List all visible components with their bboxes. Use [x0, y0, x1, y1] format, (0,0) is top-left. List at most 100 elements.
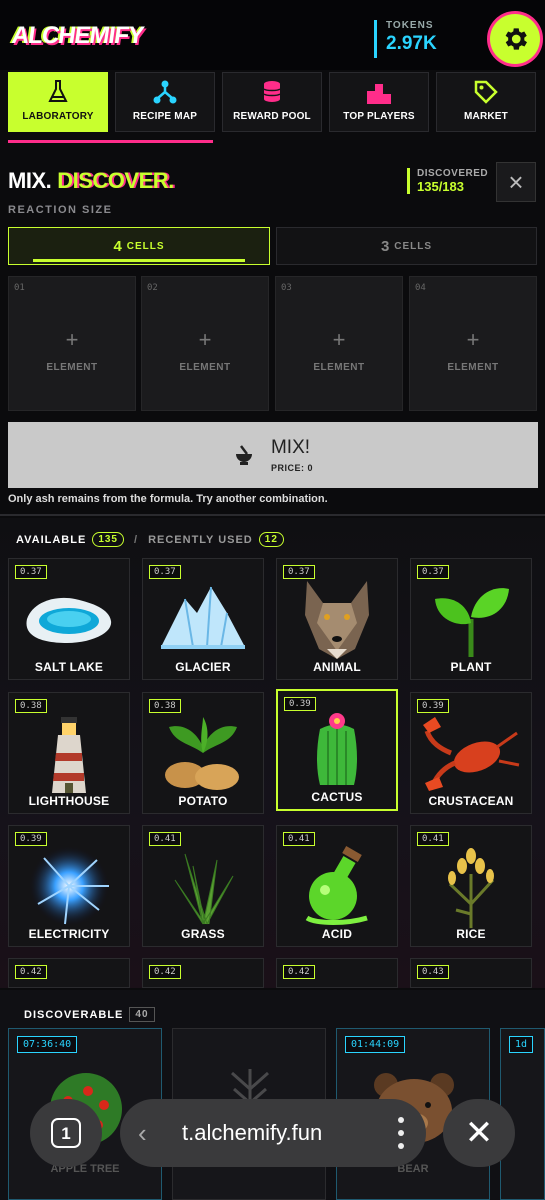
- plus-icon: +: [65, 327, 79, 352]
- element-card[interactable]: 0.42: [142, 958, 264, 988]
- available-header: AVAILABLE 135 / RECENTLY USED 12: [16, 532, 284, 547]
- element-name: SALT LAKE: [34, 660, 104, 674]
- element-card-salt-lake[interactable]: 0.37 SALT LAKE: [8, 558, 130, 680]
- gear-icon: [505, 28, 527, 50]
- element-slot-2[interactable]: 02 + ELEMENT: [141, 276, 269, 411]
- element-slot-1[interactable]: 01 + ELEMENT: [8, 276, 136, 411]
- tab-accent-bar: [8, 140, 213, 143]
- timer-badge: 07:36:40: [17, 1036, 78, 1053]
- tab-count: 1: [51, 1118, 81, 1148]
- element-card-glacier[interactable]: 0.37 GLACIER: [142, 558, 264, 680]
- element-name: CACTUS: [311, 790, 363, 804]
- tab-label: RECIPE MAP: [132, 111, 198, 122]
- element-card[interactable]: 0.43: [410, 958, 532, 988]
- app-header: ALCHEMIFY TOKENS 2.97K: [0, 0, 545, 70]
- browser-close-button[interactable]: ✕: [443, 1099, 515, 1167]
- size-number: 4: [113, 237, 123, 255]
- price-badge: 0.37: [15, 565, 47, 579]
- back-icon[interactable]: ‹: [138, 1118, 158, 1149]
- tab-label: REWARD POOL: [233, 111, 311, 122]
- element-card-acid[interactable]: 0.41 ACID: [276, 825, 398, 947]
- size-label: CELLS: [394, 240, 433, 252]
- slot-number: 03: [281, 283, 292, 293]
- recently-used-tab[interactable]: RECENTLY USED: [148, 534, 253, 546]
- element-card-rice[interactable]: 0.41 RICE: [410, 825, 532, 947]
- discoverable-label: DISCOVERABLE: [24, 1008, 124, 1021]
- element-card-electricity[interactable]: 0.39 ELECTRICITY: [8, 825, 130, 947]
- discovered-label: DISCOVERED: [417, 168, 489, 179]
- browser-tabs-button[interactable]: 1: [30, 1099, 102, 1167]
- close-button[interactable]: ×: [496, 162, 536, 202]
- element-card[interactable]: 0.42: [276, 958, 398, 988]
- tokens-display: TOKENS 2.97K: [374, 20, 437, 58]
- element-card-grass[interactable]: 0.41 GRASS: [142, 825, 264, 947]
- mix-button[interactable]: MIX! PRICE: 0: [8, 422, 538, 488]
- podium-icon: [367, 84, 391, 104]
- price-badge: 0.42: [149, 965, 181, 979]
- rice-icon: [448, 848, 495, 928]
- tab-reward-pool[interactable]: REWARD POOL: [222, 72, 322, 132]
- price-badge: 0.41: [417, 832, 449, 846]
- tag-icon: [474, 80, 498, 104]
- element-card-lighthouse[interactable]: 0.38 LIGHTHOUSE: [8, 692, 130, 814]
- lighthouse-icon: [52, 717, 86, 793]
- element-card-plant[interactable]: 0.37 PLANT: [410, 558, 532, 680]
- mix-title: MIX. DISCOVER.: [8, 168, 174, 194]
- element-name: GLACIER: [175, 660, 231, 674]
- sprout-icon: [435, 588, 509, 657]
- price-badge: 0.43: [417, 965, 449, 979]
- result-message: Only ash remains from the formula. Try a…: [8, 493, 328, 505]
- price-badge: 0.38: [149, 699, 181, 713]
- tab-laboratory[interactable]: LABORATORY: [8, 72, 108, 132]
- more-options-icon[interactable]: [398, 1117, 404, 1149]
- tab-market[interactable]: MARKET: [436, 72, 536, 132]
- available-count: 135: [92, 532, 124, 547]
- tokens-value: 2.97K: [386, 33, 437, 54]
- element-card-crustacean[interactable]: 0.39 CRUSTACEAN: [410, 692, 532, 814]
- element-name: POTATO: [178, 794, 228, 808]
- element-name: ANIMAL: [313, 660, 361, 674]
- size-number: 3: [380, 237, 391, 255]
- element-name: CRUSTACEAN: [428, 794, 514, 808]
- available-tab[interactable]: AVAILABLE: [16, 534, 86, 546]
- price-badge: 0.39: [15, 832, 47, 846]
- slot-number: 01: [14, 283, 25, 293]
- element-name: GRASS: [181, 927, 225, 941]
- tab-top-players[interactable]: TOP PLAYERS: [329, 72, 429, 132]
- price-badge: 0.42: [15, 965, 47, 979]
- section-divider: [0, 514, 545, 516]
- slot-label: ELEMENT: [447, 362, 499, 373]
- settings-button[interactable]: [490, 14, 540, 64]
- price-badge: 0.39: [417, 699, 449, 713]
- timer-badge: 1d: [509, 1036, 534, 1053]
- slot-number: 04: [415, 283, 426, 293]
- close-icon: ✕: [464, 1114, 494, 1152]
- slot-label: ELEMENT: [46, 362, 98, 373]
- element-slot-4[interactable]: 04 + ELEMENT: [409, 276, 537, 411]
- reaction-size-4-cells[interactable]: 4 CELLS: [8, 227, 270, 265]
- element-card-cactus[interactable]: 0.39 CACTUS: [276, 689, 398, 811]
- slot-label: ELEMENT: [313, 362, 365, 373]
- tab-recipe-map[interactable]: RECIPE MAP: [115, 72, 215, 132]
- discoverable-header: DISCOVERABLE 40: [24, 1007, 155, 1022]
- tab-label: TOP PLAYERS: [343, 111, 415, 122]
- element-card-potato[interactable]: 0.38 POTATO: [142, 692, 264, 814]
- element-name: ELECTRICITY: [28, 927, 110, 941]
- mix-label: MIX!: [270, 437, 311, 458]
- element-slot-3[interactable]: 03 + ELEMENT: [275, 276, 403, 411]
- potato-icon: [165, 717, 239, 790]
- browser-url-bar[interactable]: ‹ t.alchemify.fun: [120, 1099, 426, 1167]
- price-badge: 0.39: [284, 697, 316, 711]
- reaction-size-3-cells[interactable]: 3 CELLS: [276, 227, 537, 265]
- element-card-animal[interactable]: 0.37 ANIMAL: [276, 558, 398, 680]
- wolf-icon: [305, 581, 369, 659]
- price-badge: 0.42: [283, 965, 315, 979]
- plus-icon: +: [332, 327, 346, 352]
- title-mix: MIX.: [8, 168, 52, 193]
- url-text: t.alchemify.fun: [182, 1120, 323, 1145]
- element-card[interactable]: 0.42: [8, 958, 130, 988]
- reaction-size-label: REACTION SIZE: [8, 204, 113, 216]
- discovered-counter: DISCOVERED 135/183: [407, 168, 488, 194]
- timer-badge: 01:44:09: [345, 1036, 406, 1053]
- glacier-icon: [161, 586, 245, 649]
